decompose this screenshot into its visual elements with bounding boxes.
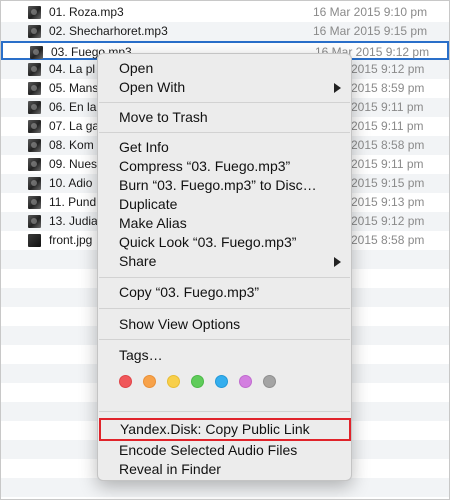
file-date-modified: 2015 9:11 pm — [351, 100, 424, 114]
menu-item-label: Burn “03. Fuego.mp3” to Disc… — [119, 177, 317, 193]
menu-item-show-view-options[interactable]: Show View Options — [98, 315, 351, 334]
menu-item-share[interactable]: Share — [98, 252, 351, 271]
tag-green-icon[interactable] — [191, 375, 204, 388]
file-date-modified: 16 Mar 2015 9:10 pm — [313, 5, 428, 19]
file-name: 10. Adio — [49, 176, 93, 190]
menu-separator — [99, 102, 350, 103]
audio-file-icon — [28, 215, 41, 228]
tag-purple-icon[interactable] — [239, 375, 252, 388]
menu-separator — [99, 277, 350, 278]
audio-file-icon — [28, 120, 41, 133]
menu-item-label: Make Alias — [119, 215, 187, 231]
file-name: 11. Pund — [49, 195, 97, 209]
file-name: front.jpg — [49, 233, 93, 247]
file-date-modified: 2015 9:12 pm — [351, 62, 425, 76]
file-name: 05. Mans — [49, 81, 99, 95]
file-date-modified: 2015 8:58 pm — [351, 233, 425, 247]
file-date-modified: 2015 8:58 pm — [351, 138, 425, 152]
file-date-modified: 2015 9:11 pm — [351, 119, 424, 133]
tag-gray-icon[interactable] — [263, 375, 276, 388]
menu-item-burn[interactable]: Burn “03. Fuego.mp3” to Disc… — [98, 176, 351, 195]
audio-file-icon — [28, 177, 41, 190]
finder-window: 01. Roza.mp3 16 Mar 2015 9:10 pm 02. Shech… — [0, 0, 450, 500]
menu-item-label: Copy “03. Fuego.mp3” — [119, 284, 260, 300]
menu-item-make-alias[interactable]: Make Alias — [98, 214, 351, 233]
menu-item-label: Open — [119, 60, 154, 76]
menu-item-label: Get Info — [119, 139, 169, 155]
menu-item-label: Move to Trash — [119, 109, 208, 125]
file-row[interactable]: 02. Shecharhoret.mp3 16 Mar 2015 9:15 pm — [1, 22, 449, 41]
menu-item-yandex-copy-public-link[interactable]: Yandex.Disk: Copy Public Link — [99, 418, 351, 441]
submenu-arrow-icon — [334, 257, 341, 267]
file-name: 01. Roza.mp3 — [49, 5, 124, 19]
file-date-modified: 2015 9:13 pm — [351, 195, 425, 209]
audio-file-icon — [28, 6, 41, 19]
menu-item-copy[interactable]: Copy “03. Fuego.mp3” — [98, 283, 351, 302]
menu-item-encode-audio[interactable]: Encode Selected Audio Files — [98, 441, 351, 460]
menu-item-tags[interactable]: Tags… — [98, 346, 351, 365]
audio-file-icon — [28, 139, 41, 152]
menu-item-label: Yandex.Disk: Copy Public Link — [120, 421, 310, 437]
menu-separator — [99, 411, 350, 412]
menu-item-label: Open With — [119, 79, 186, 95]
image-file-icon — [28, 234, 41, 247]
file-date-modified: 2015 9:12 pm — [351, 214, 425, 228]
menu-item-label: Compress “03. Fuego.mp3” — [119, 158, 291, 174]
file-date-modified: 16 Mar 2015 9:15 pm — [313, 24, 428, 38]
menu-item-compress[interactable]: Compress “03. Fuego.mp3” — [98, 157, 351, 176]
audio-file-icon — [30, 46, 43, 59]
menu-item-duplicate[interactable]: Duplicate — [98, 195, 351, 214]
menu-item-label: Duplicate — [119, 196, 178, 212]
audio-file-icon — [28, 82, 41, 95]
submenu-arrow-icon — [334, 83, 341, 93]
file-name: 02. Shecharhoret.mp3 — [49, 24, 168, 38]
menu-item-get-info[interactable]: Get Info — [98, 138, 351, 157]
file-name: 13. Judia — [49, 214, 98, 228]
audio-file-icon — [28, 101, 41, 114]
menu-item-label: Reveal in Finder — [119, 461, 221, 477]
file-name: 04. La pl — [49, 62, 96, 76]
tag-red-icon[interactable] — [119, 375, 132, 388]
menu-item-open-with[interactable]: Open With — [98, 78, 351, 97]
menu-item-label: Quick Look “03. Fuego.mp3” — [119, 234, 297, 250]
menu-item-quick-look[interactable]: Quick Look “03. Fuego.mp3” — [98, 233, 351, 252]
file-date-modified: 2015 9:15 pm — [351, 176, 425, 190]
menu-item-label: Share — [119, 253, 157, 269]
menu-item-label: Encode Selected Audio Files — [119, 442, 298, 458]
file-name: 09. Nues — [49, 157, 98, 171]
menu-separator — [99, 308, 350, 309]
file-date-modified: 2015 8:59 pm — [351, 81, 425, 95]
menu-item-label: Show View Options — [119, 316, 241, 332]
file-name: 07. La ga — [49, 119, 100, 133]
tag-orange-icon[interactable] — [143, 375, 156, 388]
file-name: 06. En la — [49, 100, 97, 114]
context-menu: Open Open With Move to Trash Get Info Co… — [97, 53, 352, 481]
file-row[interactable]: 01. Roza.mp3 16 Mar 2015 9:10 pm — [1, 3, 449, 22]
audio-file-icon — [28, 63, 41, 76]
menu-separator — [99, 339, 350, 340]
file-name: 08. Kom — [49, 138, 94, 152]
menu-item-open[interactable]: Open — [98, 59, 351, 78]
tag-blue-icon[interactable] — [215, 375, 228, 388]
menu-separator — [99, 132, 350, 133]
menu-item-move-to-trash[interactable]: Move to Trash — [98, 108, 351, 127]
menu-item-label: Tags… — [119, 347, 163, 363]
menu-item-reveal-in-finder[interactable]: Reveal in Finder — [98, 460, 351, 479]
audio-file-icon — [28, 25, 41, 38]
audio-file-icon — [28, 196, 41, 209]
tag-yellow-icon[interactable] — [167, 375, 180, 388]
audio-file-icon — [28, 158, 41, 171]
file-date-modified: 2015 9:11 pm — [351, 157, 424, 171]
